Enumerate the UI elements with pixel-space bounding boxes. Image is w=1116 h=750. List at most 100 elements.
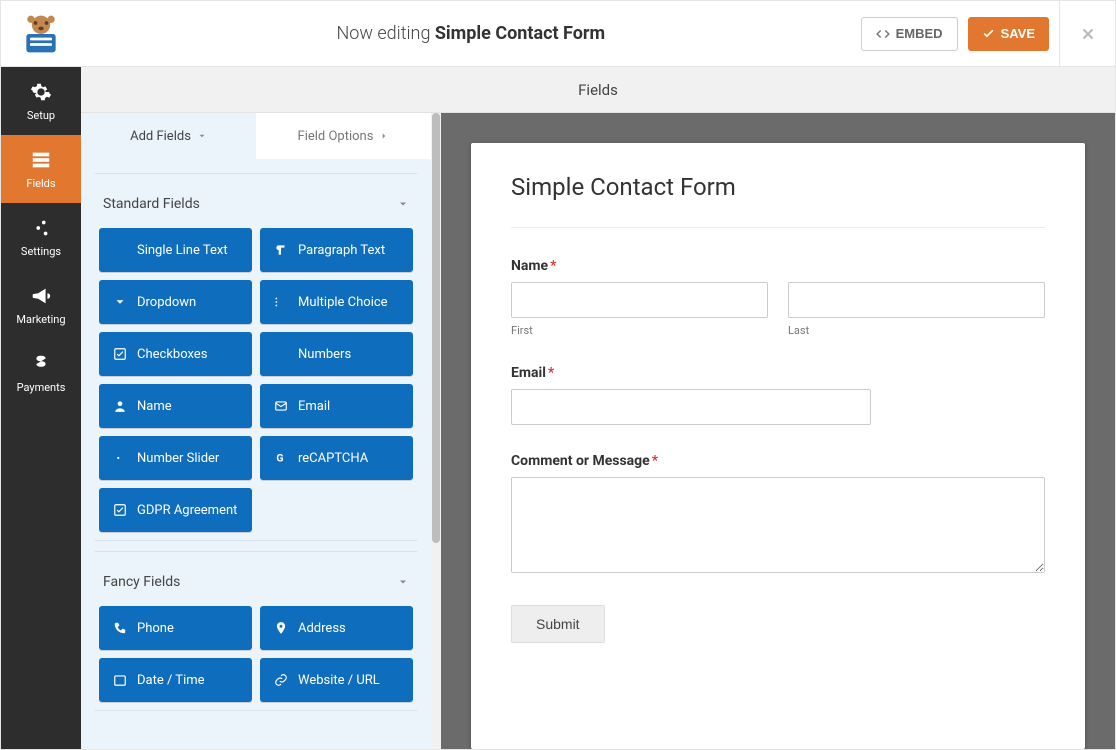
list-icon — [274, 295, 288, 309]
email-input[interactable] — [511, 389, 871, 425]
field-name[interactable]: Name* First Last — [511, 258, 1045, 337]
check-icon — [982, 27, 995, 40]
required-mark: * — [652, 453, 658, 469]
field-email[interactable]: Email* — [511, 365, 1045, 425]
editing-prefix: Now editing — [337, 23, 431, 44]
field-type-checkboxes[interactable]: Checkboxes — [99, 332, 252, 376]
field-type-label: Numbers — [298, 347, 351, 362]
field-type-phone[interactable]: Phone — [99, 606, 252, 650]
field-type-label: Dropdown — [137, 295, 196, 310]
panel-scrollbar[interactable] — [431, 113, 441, 749]
field-type-email[interactable]: Email — [260, 384, 413, 428]
form-card: Simple Contact Form Name* First Last — [471, 143, 1085, 749]
sidebar-item-settings[interactable]: Settings — [1, 203, 81, 271]
field-type-date-time[interactable]: Date / Time — [99, 658, 252, 702]
field-type-gdpr-agreement[interactable]: GDPR Agreement — [99, 488, 252, 532]
submit-button[interactable]: Submit — [511, 605, 605, 643]
text-icon — [113, 243, 127, 257]
form-title: Simple Contact Form — [511, 173, 1045, 201]
required-mark: * — [548, 365, 554, 381]
sidebar-item-payments[interactable]: Payments — [1, 339, 81, 407]
fancy-fields-toggle[interactable]: Fancy Fields — [99, 566, 413, 606]
app-logo — [1, 12, 81, 56]
form-icon — [30, 149, 52, 171]
cal-icon — [113, 673, 127, 687]
field-label: Email* — [511, 365, 1045, 381]
field-type-website-url[interactable]: Website / URL — [260, 658, 413, 702]
hash-icon — [274, 347, 288, 361]
sidebar-item-marketing[interactable]: Marketing — [1, 271, 81, 339]
user-icon — [113, 399, 127, 413]
page-title: Fields — [81, 67, 1115, 113]
para-icon — [274, 243, 288, 257]
top-bar: Now editing Simple Contact Form EMBED SA… — [1, 1, 1115, 67]
close-icon — [1079, 25, 1097, 43]
chevron-down-icon — [397, 576, 409, 588]
field-type-multiple-choice[interactable]: Multiple Choice — [260, 280, 413, 324]
tab-label: Field Options — [298, 129, 374, 144]
chevron-down-icon — [397, 198, 409, 210]
sidebar-label: Settings — [21, 245, 61, 258]
field-label: Name* — [511, 258, 1045, 274]
chevron-right-icon — [379, 131, 389, 141]
field-type-numbers[interactable]: Numbers — [260, 332, 413, 376]
sidebar-label: Setup — [27, 109, 55, 122]
embed-label: EMBED — [896, 26, 943, 41]
sidebar-item-setup[interactable]: Setup — [1, 67, 81, 135]
tab-add-fields[interactable]: Add Fields — [81, 113, 256, 159]
comment-textarea[interactable] — [511, 477, 1045, 573]
field-type-label: Phone — [137, 621, 174, 636]
field-label: Comment or Message* — [511, 453, 1045, 469]
field-type-label: Multiple Choice — [298, 295, 388, 310]
field-type-label: GDPR Agreement — [137, 503, 237, 518]
field-type-label: Address — [298, 621, 346, 636]
field-type-dropdown[interactable]: Dropdown — [99, 280, 252, 324]
pin-icon — [274, 621, 288, 635]
last-sublabel: Last — [788, 324, 1045, 337]
section-title: Standard Fields — [103, 196, 200, 212]
caret-icon — [113, 295, 127, 309]
check-icon — [113, 347, 127, 361]
save-label: SAVE — [1001, 26, 1035, 41]
field-type-name[interactable]: Name — [99, 384, 252, 428]
editing-form-name: Simple Contact Form — [435, 23, 605, 44]
close-button[interactable] — [1059, 1, 1115, 67]
tab-label: Add Fields — [130, 129, 191, 144]
last-name-input[interactable] — [788, 282, 1045, 318]
dollar-icon — [30, 353, 52, 375]
tab-field-options[interactable]: Field Options — [256, 113, 431, 159]
fields-panel: Add Fields Field Options Standard Fields — [81, 113, 431, 749]
form-preview-area: Simple Contact Form Name* First Last — [441, 113, 1115, 749]
svg-text:G: G — [276, 452, 283, 465]
sidebar-item-fields[interactable]: Fields — [1, 135, 81, 203]
field-type-number-slider[interactable]: Number Slider — [99, 436, 252, 480]
sliders-icon — [30, 217, 52, 239]
g-icon: G — [274, 451, 288, 465]
field-type-recaptcha[interactable]: GreCAPTCHA — [260, 436, 413, 480]
field-type-paragraph-text[interactable]: Paragraph Text — [260, 228, 413, 272]
top-actions: EMBED SAVE — [861, 1, 1115, 67]
field-type-label: Number Slider — [137, 451, 219, 466]
first-name-input[interactable] — [511, 282, 768, 318]
check-icon — [113, 503, 127, 517]
field-type-label: Email — [298, 399, 330, 414]
sidebar-label: Fields — [26, 177, 55, 190]
field-type-label: Date / Time — [137, 673, 205, 688]
phone-icon — [113, 621, 127, 635]
field-type-label: Name — [137, 399, 172, 414]
code-icon — [876, 27, 890, 41]
field-type-label: Paragraph Text — [298, 243, 385, 258]
sidebar-label: Marketing — [16, 313, 65, 326]
standard-fields-toggle[interactable]: Standard Fields — [99, 188, 413, 228]
link-icon — [274, 673, 288, 687]
field-type-address[interactable]: Address — [260, 606, 413, 650]
gear-icon — [30, 81, 52, 103]
save-button[interactable]: SAVE — [968, 17, 1049, 51]
section-title: Fancy Fields — [103, 574, 180, 590]
field-type-single-line-text[interactable]: Single Line Text — [99, 228, 252, 272]
field-type-label: Single Line Text — [137, 243, 228, 258]
mail-icon — [274, 399, 288, 413]
field-comment[interactable]: Comment or Message* — [511, 453, 1045, 577]
field-type-label: Checkboxes — [137, 347, 207, 362]
embed-button[interactable]: EMBED — [861, 17, 958, 51]
